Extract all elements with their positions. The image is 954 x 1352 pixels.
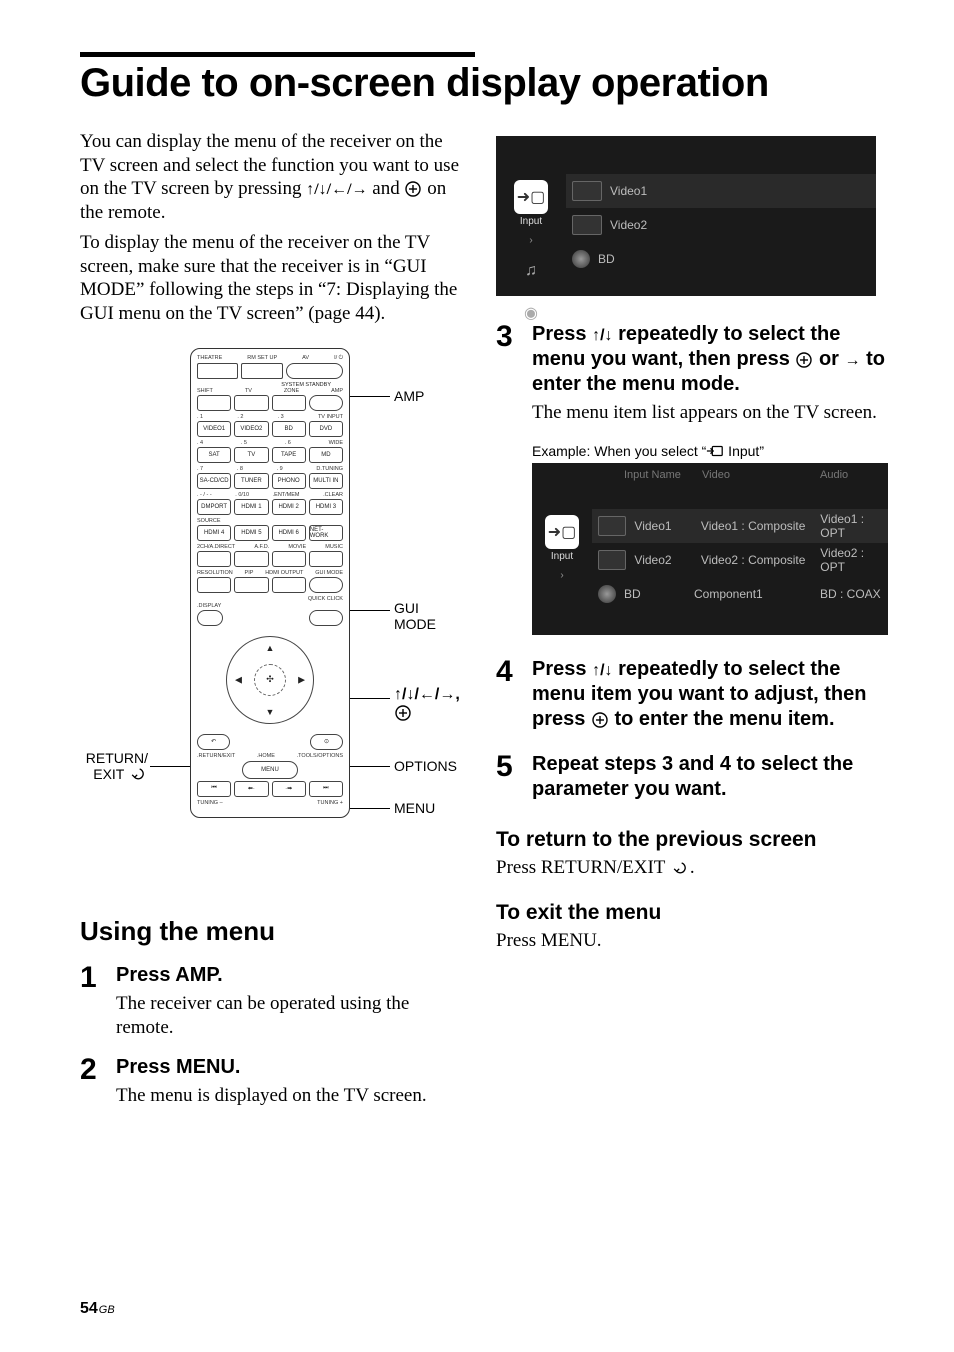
step-number: 3 bbox=[496, 322, 518, 635]
osd-screenshot-1: ➜▢ Input › ♫ ◉ Video1 Video2 BD bbox=[496, 136, 876, 296]
osd-row: Video2Video2 : CompositeVideo2 : OPT bbox=[592, 543, 888, 577]
intro-paragraph-2: To display the menu of the receiver on t… bbox=[80, 231, 462, 326]
remote-illustration: THEATRERM SET UPAVI/ ⏻ SYSTEM STANDBY SH… bbox=[190, 348, 350, 818]
step-detail: The menu item list appears on the TV scr… bbox=[532, 401, 888, 425]
step-heading: Repeat steps 3 and 4 to select the param… bbox=[532, 752, 884, 802]
osd-row: Video1 bbox=[566, 174, 876, 208]
return-icon bbox=[128, 767, 148, 781]
page-title: Guide to on-screen display operation bbox=[80, 61, 884, 106]
step-4: 4 Press ↑/↓ repeatedly to select the men… bbox=[496, 657, 884, 736]
enter-icon bbox=[795, 351, 813, 369]
step-number: 2 bbox=[80, 1055, 102, 1108]
callout-gui-mode: GUI MODE bbox=[394, 600, 436, 632]
step-2: 2 Press MENU. The menu is displayed on t… bbox=[80, 1055, 462, 1108]
step-number: 4 bbox=[496, 657, 518, 736]
osd-screenshot-2: Input Name Video Audio ➜▢ Input bbox=[532, 463, 888, 635]
example-label: Example: When you select “ Input” bbox=[532, 443, 888, 459]
right-column: ➜▢ Input › ♫ ◉ Video1 Video2 BD bbox=[496, 130, 884, 1124]
subheading-exit: To exit the menu bbox=[496, 901, 884, 925]
page-number: 54GB bbox=[80, 1300, 115, 1318]
osd-row: Video1Video1 : CompositeVideo1 : OPT bbox=[592, 509, 888, 543]
step-3: 3 Press ↑/↓ repeatedly to select the men… bbox=[496, 322, 884, 635]
callout-options: OPTIONS bbox=[394, 758, 457, 774]
input-category-icon: ➜▢ bbox=[545, 515, 579, 549]
horizontal-rule bbox=[80, 52, 475, 57]
subheading-return: To return to the previous screen bbox=[496, 828, 884, 852]
callout-return-exit: RETURN/ EXIT bbox=[74, 750, 148, 782]
enter-icon bbox=[404, 180, 422, 198]
section-heading: Using the menu bbox=[80, 916, 462, 947]
intro-paragraph-1: You can display the menu of the receiver… bbox=[80, 130, 462, 225]
callout-directions: ↑/↓/←/→, bbox=[394, 686, 460, 722]
step-heading: Press ↑/↓ repeatedly to select the menu … bbox=[532, 322, 888, 397]
step-detail: The menu is displayed on the TV screen. bbox=[116, 1084, 462, 1108]
step-detail: The receiver can be operated using the r… bbox=[116, 992, 462, 1040]
step-1: 1 Press AMP. The receiver can be operate… bbox=[80, 963, 462, 1040]
callout-menu: MENU bbox=[394, 800, 435, 816]
sidebar-label-input: Input bbox=[514, 216, 548, 227]
intro-text-1b: and bbox=[368, 178, 405, 199]
osd-row: Video2 bbox=[566, 208, 876, 242]
step-heading: Press MENU. bbox=[116, 1055, 462, 1080]
direction-arrows-inline: ↑/↓/←/→ bbox=[306, 181, 367, 198]
step-heading: Press AMP. bbox=[116, 963, 462, 988]
input-small-icon bbox=[706, 444, 724, 458]
sub-body-exit: Press MENU. bbox=[496, 929, 884, 953]
music-category-icon: ♫ bbox=[514, 254, 548, 288]
return-icon bbox=[670, 861, 690, 875]
osd-row: BD bbox=[566, 242, 876, 276]
sub-body-return: Press RETURN/EXIT . bbox=[496, 856, 884, 880]
enter-icon bbox=[591, 711, 609, 729]
step-number: 5 bbox=[496, 752, 518, 806]
callout-amp: AMP bbox=[394, 388, 424, 404]
enter-icon bbox=[394, 704, 412, 722]
sidebar-label-input: Input bbox=[545, 551, 579, 562]
step-5: 5 Repeat steps 3 and 4 to select the par… bbox=[496, 752, 884, 806]
osd-row: BDComponent1BD : COAX bbox=[592, 577, 888, 611]
step-number: 1 bbox=[80, 963, 102, 1040]
input-category-icon: ➜▢ bbox=[514, 180, 548, 214]
step-heading: Press ↑/↓ repeatedly to select the menu … bbox=[532, 657, 884, 732]
left-column: You can display the menu of the receiver… bbox=[80, 130, 462, 1124]
